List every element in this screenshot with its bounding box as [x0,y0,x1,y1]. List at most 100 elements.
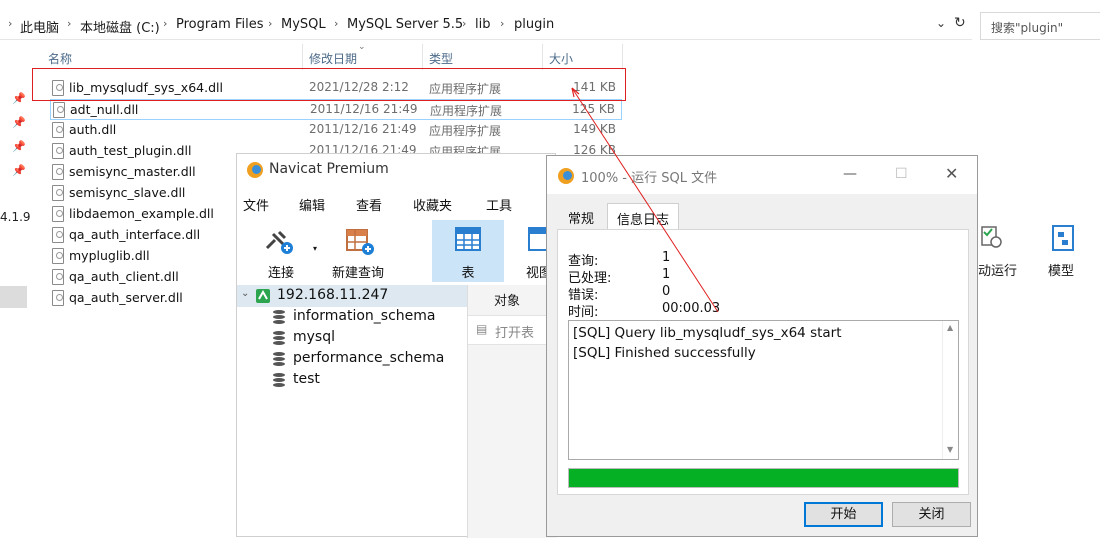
dialog-title: 100% - 运行 SQL 文件 [581,171,718,186]
open-table-button[interactable]: 打开表 [495,322,534,341]
breadcrumb-item[interactable]: Program Files [176,17,264,32]
database-icon [273,310,285,325]
object-pane: 对象 ▤ 打开表 [467,285,558,538]
column-header-size[interactable]: 大小 [549,50,573,67]
stat-value: 00:00.03 [662,301,721,316]
chevron-right-icon: › [8,17,13,30]
breadcrumb-item[interactable]: 此电脑 [20,17,59,36]
scroll-down-icon[interactable]: ▼ [947,445,953,454]
breadcrumb-item[interactable]: plugin [514,17,554,32]
dll-file-icon [53,102,65,118]
file-row[interactable]: adt_null.dll 2011/12/16 21:49 应用程序扩展 125… [50,99,622,120]
address-dropdown-icon[interactable]: ⌄ [936,16,946,30]
table-button[interactable]: 表 [432,220,504,282]
stat-value: 1 [662,250,671,265]
pin-icon[interactable]: 📌 [12,140,26,153]
model-icon [1052,225,1074,251]
progress-bar-fill [569,469,958,487]
column-divider[interactable] [422,44,423,70]
tab-objects[interactable]: 对象 [494,290,520,309]
search-input[interactable]: 搜索"plugin" [980,12,1100,40]
database-node[interactable]: mysql [273,329,335,345]
chevron-right-icon: › [163,17,168,30]
start-button[interactable]: 开始 [804,502,883,527]
tab-general[interactable]: 常规 [557,203,605,230]
refresh-icon[interactable]: ↻ [954,15,966,31]
explorer-top-strip [0,0,1100,6]
log-line: [SQL] Finished successfully [573,345,756,361]
column-divider[interactable] [622,44,623,70]
menu-tools[interactable]: 工具 [486,195,512,214]
table-label: 表 [461,266,475,281]
log-line: [SQL] Query lib_mysqludf_sys_x64 start [573,325,842,341]
pin-icon[interactable]: 📌 [12,164,26,177]
connection-node[interactable]: ⌄ 192.168.11.247 [237,285,467,307]
file-row[interactable]: auth.dll 2011/12/16 21:49 应用程序扩展 149 KB [50,120,622,141]
pin-icon[interactable]: 📌 [12,92,26,105]
dll-file-icon [52,290,64,306]
tab-general-label: 常规 [567,212,594,227]
connect-button[interactable]: 连接 [251,220,311,282]
object-toolbar: ▤ 打开表 [468,315,558,345]
stat-value: 0 [662,284,671,299]
scroll-up-icon[interactable]: ▲ [947,323,953,332]
search-placeholder: 搜索"plugin" [991,21,1064,35]
file-name: auth.dll [69,122,117,137]
new-query-button[interactable]: 新建查询 [325,220,391,282]
file-size: 149 KB [573,122,616,136]
file-type: 应用程序扩展 [429,124,502,138]
log-textarea[interactable]: [SQL] Query lib_mysqludf_sys_x64 start [… [568,320,959,460]
window-title: Navicat Premium [269,161,389,177]
column-header-type[interactable]: 类型 [429,50,453,67]
dll-file-icon [52,164,64,180]
menu-edit[interactable]: 编辑 [299,195,325,214]
close-icon[interactable]: ✕ [945,164,958,183]
chevron-down-icon[interactable]: ⌄ [241,288,249,299]
highlight-box [32,68,626,101]
breadcrumb-item[interactable]: 本地磁盘 (C:) [80,17,160,36]
progress-bar [568,468,959,488]
log-scrollbar[interactable]: ▲ ▼ [942,321,958,459]
file-name: qa_auth_interface.dll [69,227,201,242]
nav-pane-selected-item[interactable] [0,286,27,308]
close-button[interactable]: 关闭 [892,502,971,527]
navicat-toolbar-right: 动运行 模型 [978,218,1100,284]
auto-run-button[interactable]: 动运行 [978,260,1017,279]
automation-icon [981,226,1002,248]
menu-favorites[interactable]: 收藏夹 [413,195,452,214]
menu-view[interactable]: 查看 [356,195,382,214]
maximize-icon: ☐ [895,166,908,182]
model-button[interactable]: 模型 [1048,260,1074,279]
connection-tree: ⌄ 192.168.11.247 information_schema mysq… [237,285,467,538]
breadcrumb-item[interactable]: MySQL Server 5.5 [347,17,463,32]
message-log-panel: 查询: 1 已处理: 1 错误: 0 时间: 00:00.03 [SQL] Qu… [557,229,969,495]
dll-file-icon [52,269,64,285]
database-node[interactable]: performance_schema [273,350,444,366]
file-name: libdaemon_example.dll [69,206,214,221]
file-name: auth_test_plugin.dll [69,143,192,158]
dll-file-icon [52,185,64,201]
dropdown-arrow-icon[interactable]: ▾ [313,244,317,253]
dll-file-icon [52,143,64,159]
address-bar[interactable]: › 此电脑 › 本地磁盘 (C:) › Program Files › MySQ… [0,12,972,40]
column-header-date[interactable]: 修改日期 [309,50,357,67]
minimize-icon[interactable]: — [843,166,857,182]
breadcrumb-item[interactable]: MySQL [281,17,326,32]
column-divider[interactable] [302,44,303,70]
pin-icon[interactable]: 📌 [12,116,26,129]
database-icon [273,352,285,367]
navicat-logo-icon [247,162,263,178]
file-name: semisync_slave.dll [69,185,186,200]
plug-icon [265,230,293,254]
database-node[interactable]: test [273,371,320,387]
column-header-name[interactable]: 名称 [48,50,72,67]
database-node[interactable]: information_schema [273,308,436,324]
breadcrumb-item[interactable]: lib [475,17,490,32]
menu-file[interactable]: 文件 [243,195,269,214]
open-table-icon: ▤ [476,322,488,336]
chevron-right-icon: › [500,17,505,30]
database-name: performance_schema [293,350,445,366]
tab-message-log[interactable]: 信息日志 [607,203,679,230]
chevron-right-icon: › [268,17,273,30]
column-divider[interactable] [542,44,543,70]
